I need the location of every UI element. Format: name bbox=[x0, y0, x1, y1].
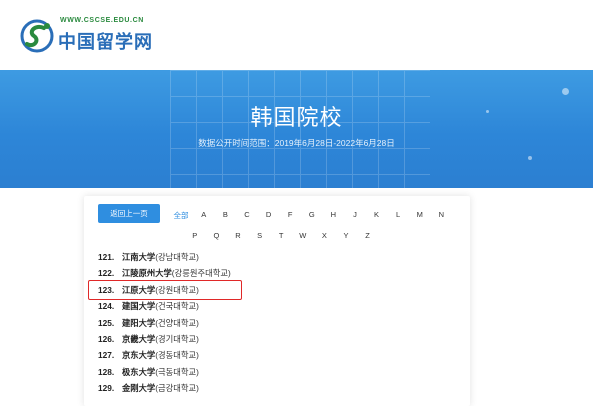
list-item[interactable]: 125. 建阳大学(건양대학교) bbox=[98, 317, 231, 333]
filter-letter-link[interactable]: D bbox=[258, 210, 280, 222]
site-logo[interactable]: WWW.CSCSE.EDU.CN 中国留学网 bbox=[20, 14, 180, 56]
site-header: WWW.CSCSE.EDU.CN 中国留学网 bbox=[0, 0, 593, 70]
university-name-kr: (강남대학교) bbox=[155, 252, 199, 262]
university-name-cn: 江南大学 bbox=[122, 252, 156, 262]
university-name-cn: 京畿大学 bbox=[122, 333, 156, 344]
item-number: 124. bbox=[98, 301, 115, 312]
banner-dot-decoration bbox=[562, 88, 569, 95]
item-number: 121. bbox=[98, 252, 115, 262]
letter-filter-row-2: P Q R S T W X Y Z bbox=[184, 231, 378, 243]
university-name-cn: 京东大学 bbox=[122, 350, 156, 361]
list-item[interactable]: 126. 京畿大学(경기대학교) bbox=[98, 333, 231, 349]
university-name-cn: 江陵原州大学 bbox=[122, 268, 172, 279]
list-item[interactable]: 121. 江南大学(강남대학교) bbox=[98, 251, 231, 267]
filter-letter-link[interactable]: R bbox=[227, 231, 249, 243]
filter-letter-link[interactable]: K bbox=[366, 210, 388, 222]
university-name-kr: (극동대학교) bbox=[155, 366, 199, 377]
list-item[interactable]: 122. 江陵原州大学(강릉원주대학교) bbox=[98, 267, 231, 283]
filter-letter-link[interactable]: Y bbox=[335, 231, 357, 243]
university-name-cn: 建国大学 bbox=[122, 301, 156, 312]
logo-url: WWW.CSCSE.EDU.CN bbox=[60, 17, 144, 24]
item-number: 122. bbox=[98, 268, 115, 279]
banner-dot-decoration bbox=[528, 156, 532, 160]
list-item[interactable]: 123. 江原大学(강원대학교) bbox=[98, 284, 231, 300]
filter-letter-link[interactable]: Z bbox=[357, 231, 379, 243]
item-number: 129. bbox=[98, 383, 115, 394]
university-list-card: 返回上一页 全部 A B C D F G H J K L M N P Q R S… bbox=[84, 196, 470, 406]
item-number: 125. bbox=[98, 317, 115, 328]
filter-letter-link[interactable]: Q bbox=[206, 231, 228, 243]
university-name-kr: (건국대학교) bbox=[155, 301, 199, 312]
filter-letter-link[interactable]: B bbox=[215, 210, 237, 222]
university-name-kr: (경동대학교) bbox=[155, 350, 199, 361]
page-title: 韩国院校 bbox=[250, 105, 343, 130]
filter-letter-link[interactable]: T bbox=[270, 231, 292, 243]
filter-letter-link[interactable]: H bbox=[323, 210, 345, 222]
filter-letter-link[interactable]: L bbox=[387, 210, 409, 222]
university-name-cn: 极东大学 bbox=[122, 366, 156, 377]
list-item[interactable]: 129. 金刚大学(금강대학교) bbox=[98, 382, 231, 398]
filter-letter-link[interactable]: F bbox=[279, 210, 301, 222]
filter-letter-link[interactable]: W bbox=[292, 231, 314, 243]
letter-filter-row-1: 全部 A B C D F G H J K L M N bbox=[169, 210, 452, 222]
item-number: 128. bbox=[98, 366, 115, 377]
filter-letter-link[interactable]: M bbox=[409, 210, 431, 222]
logo-emblem-icon bbox=[20, 19, 54, 53]
hero-banner: 韩国院校 数据公开时间范围：2019年6月28日-2022年6月28日 bbox=[0, 70, 593, 188]
university-name-kr: (경기대학교) bbox=[155, 333, 199, 344]
list-item[interactable]: 128. 极东大学(극동대학교) bbox=[98, 366, 231, 382]
university-name-cn: 金刚大学 bbox=[122, 383, 156, 394]
filter-all-link[interactable]: 全部 bbox=[169, 210, 193, 222]
university-name-cn: 建阳大学 bbox=[122, 317, 156, 328]
university-name-kr: (건양대학교) bbox=[155, 317, 199, 328]
university-name-kr: (금강대학교) bbox=[155, 383, 199, 394]
item-number: 123. bbox=[98, 284, 115, 295]
date-range-subtitle: 数据公开时间范围：2019年6月28日-2022年6月28日 bbox=[198, 138, 395, 148]
filter-letter-link[interactable]: A bbox=[193, 210, 215, 222]
list-item[interactable]: 124. 建国大学(건국대학교) bbox=[98, 300, 231, 316]
university-name-cn: 江原大学 bbox=[122, 284, 156, 295]
filter-letter-link[interactable]: S bbox=[249, 231, 271, 243]
logo-text: 中国留学网 bbox=[58, 32, 153, 53]
filter-letter-link[interactable]: G bbox=[301, 210, 323, 222]
filter-letter-link[interactable]: X bbox=[314, 231, 336, 243]
filter-letter-link[interactable]: C bbox=[236, 210, 258, 222]
filter-letter-link[interactable]: J bbox=[344, 210, 366, 222]
list-item[interactable]: 127. 京东大学(경동대학교) bbox=[98, 349, 231, 365]
university-name-kr: (강릉원주대학교) bbox=[171, 268, 231, 279]
university-list: 121. 江南大学(강남대학교) 122. 江陵原州大学(강릉원주대학교) 123.… bbox=[98, 251, 231, 399]
back-button[interactable]: 返回上一页 bbox=[98, 204, 160, 223]
filter-letter-link[interactable]: P bbox=[184, 231, 206, 243]
filter-letter-link[interactable]: N bbox=[431, 210, 453, 222]
university-name-kr: (강원대학교) bbox=[155, 284, 199, 295]
item-number: 126. bbox=[98, 333, 115, 344]
item-number: 127. bbox=[98, 350, 115, 361]
